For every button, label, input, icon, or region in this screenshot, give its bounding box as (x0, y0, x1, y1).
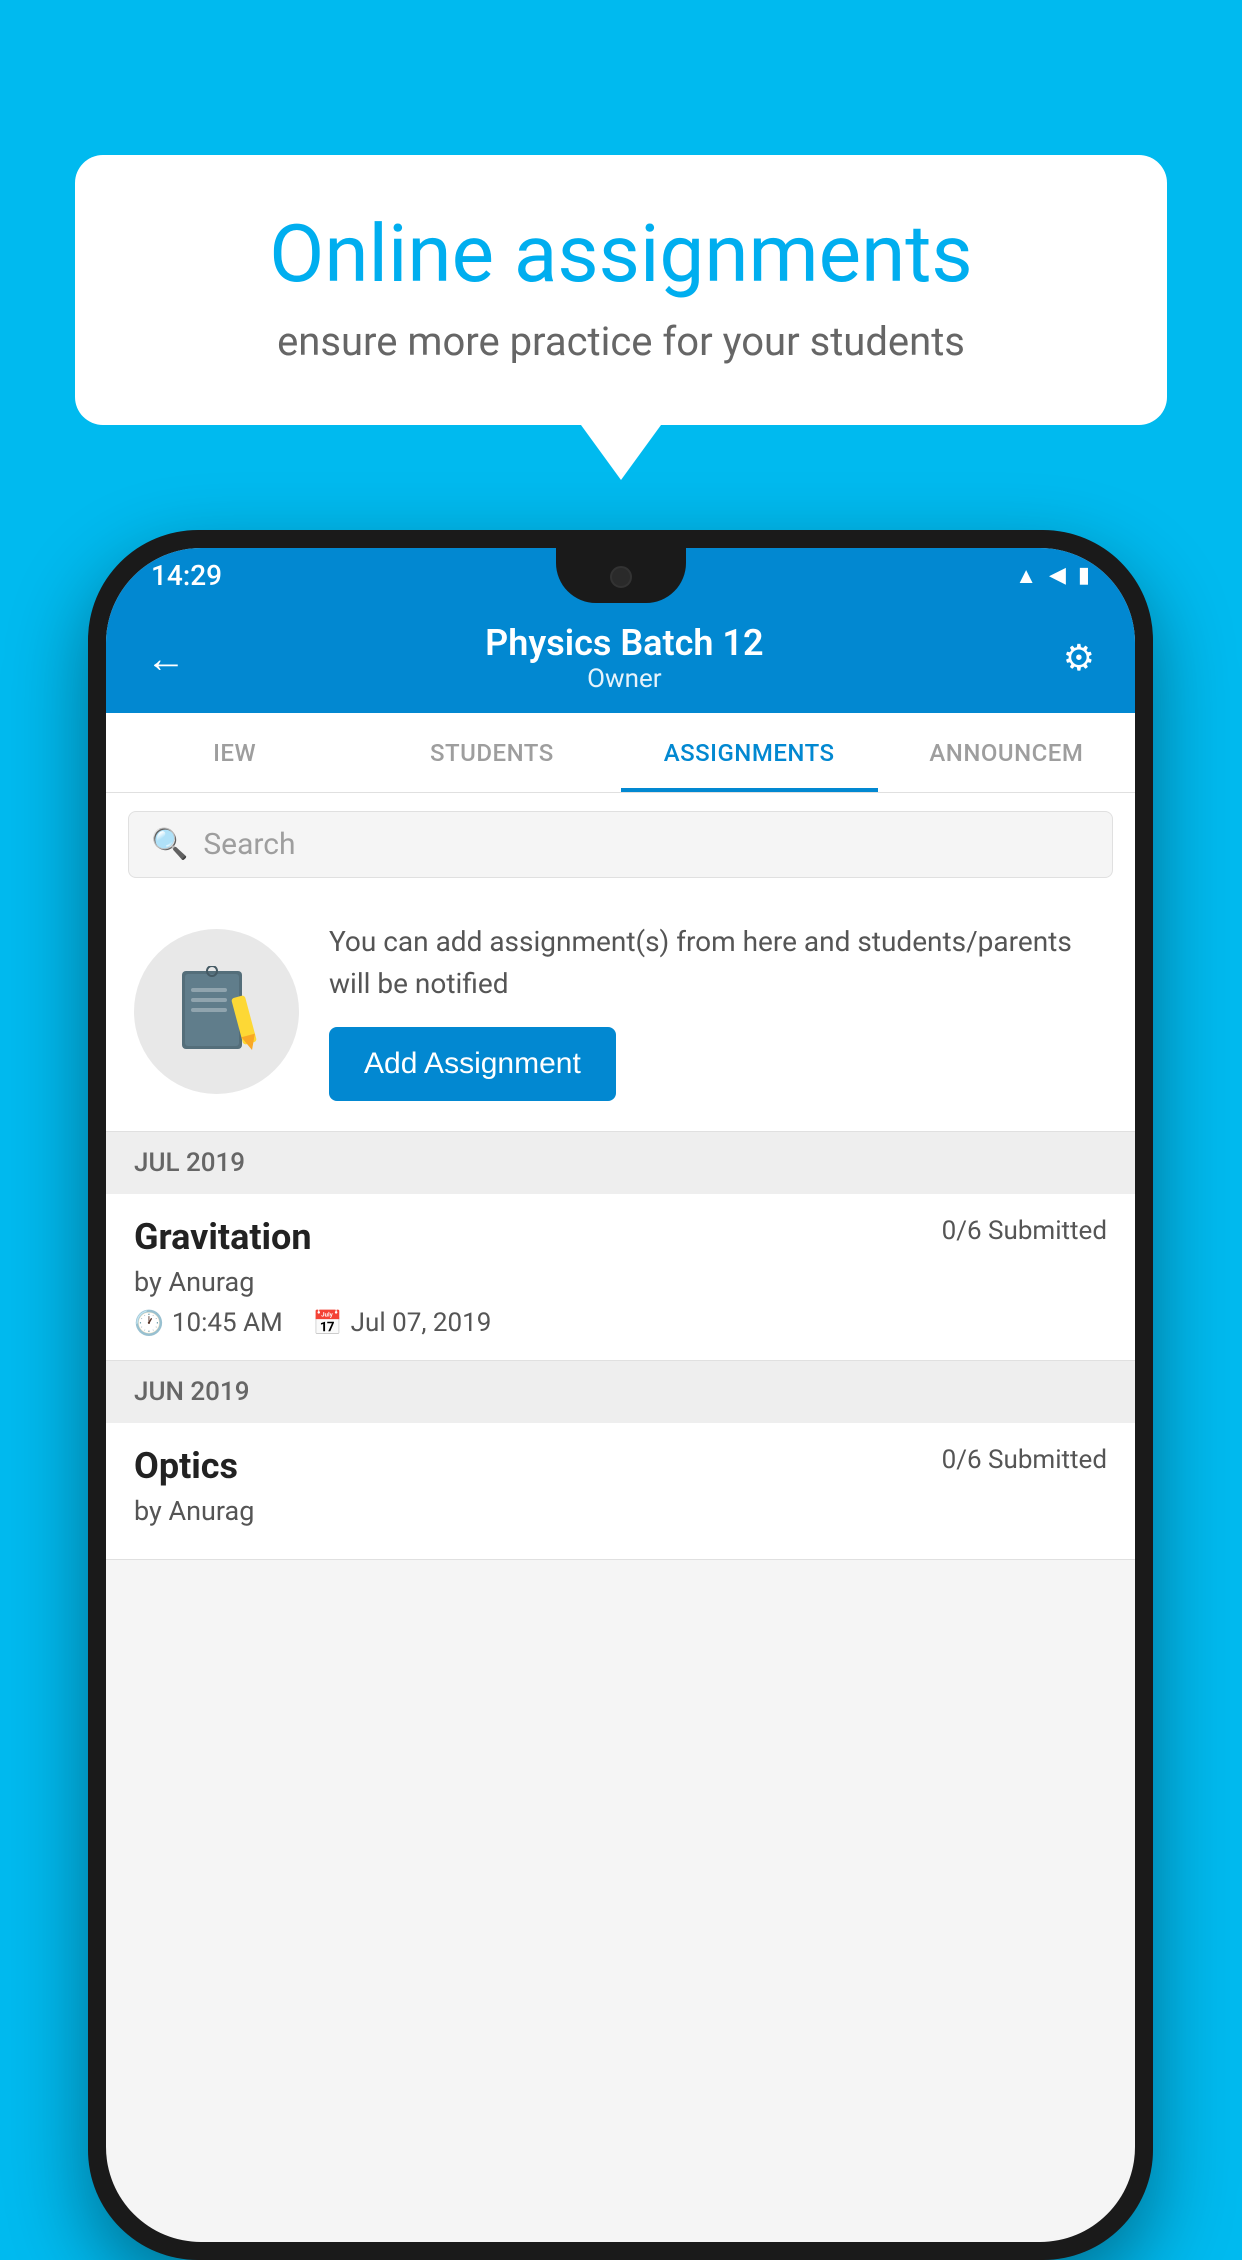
tab-announcements[interactable]: ANNOUNCEM (878, 713, 1135, 792)
speech-bubble: Online assignments ensure more practice … (75, 155, 1167, 425)
search-icon: 🔍 (151, 827, 188, 862)
notch (556, 548, 686, 603)
info-card: You can add assignment(s) from here and … (106, 896, 1135, 1132)
assignment-time: 10:45 AM (172, 1308, 283, 1338)
status-time: 14:29 (151, 559, 222, 592)
notebook-icon (177, 966, 257, 1056)
search-container: 🔍 Search (106, 793, 1135, 896)
wifi-icon: ▲ (1015, 563, 1037, 589)
speech-bubble-subtitle: ensure more practice for your students (145, 318, 1097, 365)
section-header-jun: JUN 2019 (106, 1361, 1135, 1423)
back-button[interactable]: ← (146, 635, 186, 682)
front-camera (610, 566, 632, 588)
search-placeholder: Search (203, 827, 295, 862)
speech-bubble-container: Online assignments ensure more practice … (75, 155, 1167, 480)
info-text: You can add assignment(s) from here and … (329, 921, 1107, 1005)
meta-time: 🕐 10:45 AM (134, 1308, 283, 1338)
assignment-meta: 🕐 10:45 AM 📅 Jul 07, 2019 (134, 1308, 1107, 1338)
battery-icon: ▮ (1078, 563, 1090, 588)
status-icons: ▲ ◀ ▮ (1015, 563, 1090, 589)
app-bar-subtitle: Owner (485, 664, 763, 694)
assignment-icon-circle (134, 929, 299, 1094)
signal-icon: ◀ (1049, 563, 1066, 588)
assignment-name-optics: Optics (134, 1445, 238, 1487)
assignment-name: Gravitation (134, 1216, 312, 1258)
assignment-submitted-optics: 0/6 Submitted (942, 1445, 1107, 1475)
speech-bubble-title: Online assignments (145, 210, 1097, 298)
info-right: You can add assignment(s) from here and … (329, 921, 1107, 1101)
calendar-icon: 📅 (313, 1309, 343, 1337)
app-bar: ← Physics Batch 12 Owner ⚙ (106, 603, 1135, 713)
assignment-submitted: 0/6 Submitted (942, 1216, 1107, 1246)
tab-students[interactable]: STUDENTS (363, 713, 620, 792)
screen-content: 🔍 Search (106, 793, 1135, 2242)
app-bar-title: Physics Batch 12 (485, 622, 763, 664)
search-bar[interactable]: 🔍 Search (128, 811, 1113, 878)
assignment-item-top-optics: Optics 0/6 Submitted (134, 1445, 1107, 1487)
meta-date: 📅 Jul 07, 2019 (313, 1308, 492, 1338)
tabs-bar: IEW STUDENTS ASSIGNMENTS ANNOUNCEM (106, 713, 1135, 793)
add-assignment-button[interactable]: Add Assignment (329, 1027, 616, 1101)
tab-iew[interactable]: IEW (106, 713, 363, 792)
assignment-item-top: Gravitation 0/6 Submitted (134, 1216, 1107, 1258)
section-header-jul: JUL 2019 (106, 1132, 1135, 1194)
assignment-item-optics[interactable]: Optics 0/6 Submitted by Anurag (106, 1423, 1135, 1560)
assignment-item-gravitation[interactable]: Gravitation 0/6 Submitted by Anurag 🕐 10… (106, 1194, 1135, 1361)
assignment-by-optics: by Anurag (134, 1495, 1107, 1527)
tab-assignments[interactable]: ASSIGNMENTS (621, 713, 878, 792)
settings-button[interactable]: ⚙ (1063, 637, 1095, 679)
phone-screen: 14:29 ▲ ◀ ▮ ← Physics Batch 12 Owner ⚙ I… (106, 548, 1135, 2242)
clock-icon: 🕐 (134, 1309, 164, 1337)
assignment-date: Jul 07, 2019 (351, 1308, 492, 1338)
app-bar-center: Physics Batch 12 Owner (485, 622, 763, 694)
assignment-by: by Anurag (134, 1266, 1107, 1298)
bubble-tail (581, 425, 661, 480)
phone-frame: 14:29 ▲ ◀ ▮ ← Physics Batch 12 Owner ⚙ I… (88, 530, 1153, 2260)
